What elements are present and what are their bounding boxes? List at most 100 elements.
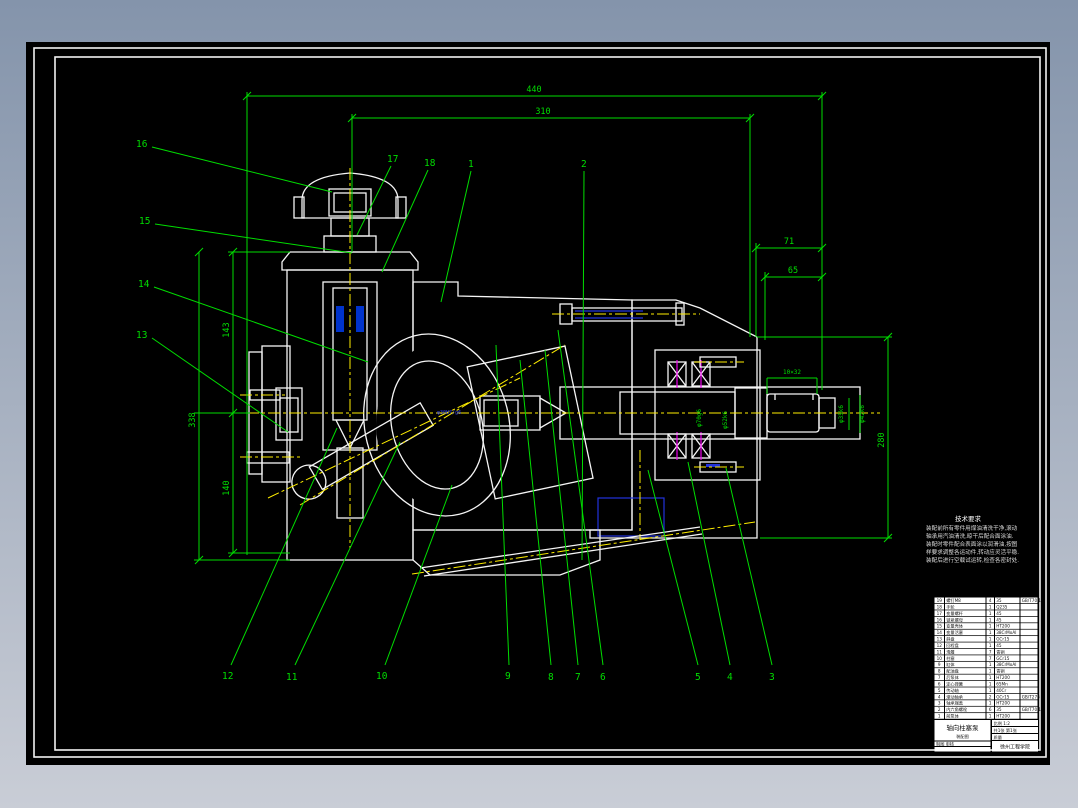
bom-cell-text: 内六角螺栓	[946, 706, 968, 713]
bom-cell-text: GB/T70.1	[1022, 707, 1042, 712]
callout-10: 10	[376, 671, 388, 682]
bom-cell-text: 3	[938, 701, 941, 706]
dim-phi52: φ52k6	[722, 411, 729, 429]
bom-cell-text: 1	[989, 669, 992, 674]
callout-9: 9	[505, 671, 511, 682]
valve-spool-blue-seal	[336, 306, 344, 332]
dim-280: 280	[877, 432, 887, 447]
bom-cell-text: 11	[937, 649, 943, 654]
bom-cell-text: 15	[937, 624, 943, 629]
bom-cell	[1020, 674, 1038, 681]
bom-cell-text: 传动轴	[946, 687, 959, 694]
bom-cell-text: 1	[989, 681, 992, 686]
bom-cell-text: GB/T70.1	[1022, 598, 1042, 603]
bom-cell-text: 1	[989, 604, 992, 609]
bom-cell-text: 青铜	[996, 648, 1004, 655]
bom-cell	[1020, 713, 1038, 719]
bom-cell-text: 青铜	[996, 668, 1004, 675]
bom-cell-text: 回程盘	[946, 642, 959, 649]
bom-cell-text: 定心弹簧	[946, 680, 963, 687]
bom-cell-text: 滚动轴承	[946, 693, 964, 700]
bom-cell-text: 7	[989, 656, 992, 661]
bom-cell-text: 1	[989, 714, 992, 719]
dim-keyway: 10×32	[783, 369, 801, 376]
bom-cell-text: 4	[989, 598, 992, 603]
bom-cell-text: 1	[989, 637, 992, 642]
bom-cell	[1020, 629, 1038, 636]
callout-6: 6	[600, 672, 606, 683]
bom-cell	[1020, 661, 1038, 668]
bom-cell-text: 滑履	[946, 648, 954, 655]
bom-cell-text: 6	[938, 681, 941, 686]
bom-cell-text: GCr15	[996, 637, 1010, 642]
bom-cell-text: 45	[996, 643, 1002, 648]
bom-cell-text: HT200	[996, 675, 1010, 680]
drawn-checked-row: 制图 审核	[936, 741, 955, 748]
bom-cell-text: 18	[937, 604, 943, 609]
bom-cell-text: 2	[938, 707, 941, 712]
bom-cell-text: 10	[937, 656, 943, 661]
bom-cell	[1020, 680, 1038, 687]
bom-cell-text: 1	[989, 611, 992, 616]
callout-14: 14	[138, 279, 150, 290]
bom-cell-text: 变量螺杆	[946, 610, 964, 617]
bom-cell-text: 1	[989, 624, 992, 629]
bom-cell-text: 38CrMoAl	[996, 662, 1016, 667]
bom-cell-text: 螺钉M8	[946, 597, 961, 604]
bom-cell-text: 变量活塞	[946, 629, 964, 636]
callout-12: 12	[222, 671, 233, 682]
bom-cell-text: 2	[989, 694, 992, 699]
bom-cell-text: 后泵体	[946, 674, 959, 681]
bom-cell-text: 9	[938, 662, 941, 667]
bom-cell	[1020, 616, 1038, 623]
scale-row: 比例 1:2	[994, 720, 1011, 727]
bom-cell-text: 锁紧螺母	[946, 616, 963, 623]
bom-cell	[1020, 648, 1038, 655]
bom-cell-text: 7	[938, 675, 941, 680]
bom-cell-text: 斜盘	[946, 636, 954, 643]
callout-4: 4	[727, 672, 733, 683]
bom-cell-text: 4	[938, 694, 941, 699]
bom-cell-text: 变量壳体	[946, 623, 964, 630]
callout-11: 11	[286, 672, 298, 683]
bom-cell-text: 16	[937, 617, 943, 622]
bom-cell	[1020, 668, 1038, 674]
bom-cell	[1020, 603, 1038, 610]
bom-cell-text: 35	[996, 598, 1002, 603]
bom-cell-text: 7	[989, 649, 992, 654]
callout-8: 8	[548, 672, 554, 683]
bom-cell-text: 40Cr	[996, 688, 1006, 693]
bom-cell-text: 柱塞	[946, 655, 955, 662]
dim-65: 65	[788, 266, 798, 276]
sheet-row: 共1张 第1张	[994, 727, 1018, 734]
dim-phi30-blue: φ30H7/g6	[437, 410, 461, 416]
bom-cell-text: GCr15	[996, 656, 1010, 661]
dim-338: 338	[188, 412, 198, 427]
callout-13: 13	[136, 330, 147, 341]
bom-cell-text: 45	[996, 611, 1002, 616]
callout-2: 2	[581, 159, 587, 170]
drawing-subtitle: 装配图	[956, 733, 969, 740]
notes-line-4: 样要求调整各运动件,转动应灵活平稳.	[926, 548, 1019, 556]
bom-cell-text: 配油盘	[946, 668, 959, 675]
callout-7: 7	[575, 672, 581, 683]
dim-440: 440	[526, 85, 541, 95]
callout-18: 18	[424, 158, 436, 169]
notes-title: 技术要求	[955, 514, 982, 523]
bom-cell-text: HT200	[996, 701, 1010, 706]
notes-line-5: 装配后进行空载试运转,检查各密封处.	[926, 556, 1019, 564]
bom-cell-text: HT200	[996, 624, 1010, 629]
bom-rows: 19 螺钉M8 4 35 GB/T70.118 手轮 1 Q23517 变量螺杆 1 4516 锁紧螺…	[934, 597, 1042, 720]
bom-cell-text: 6	[989, 707, 992, 712]
bom-cell-text: 13	[937, 637, 943, 642]
bom-cell-text: 45	[996, 617, 1002, 622]
bom-cell-text: 1	[938, 714, 941, 719]
bom-cell-text: 35	[996, 707, 1002, 712]
cad-drawing-canvas: 440 3 10 7 1 65 10×32 280 143 140 338 φ70g…	[0, 0, 1078, 808]
bom-cell	[1020, 636, 1038, 642]
callout-3: 3	[769, 672, 775, 683]
bom-cell-text: 8	[938, 669, 941, 674]
dim-140: 140	[222, 480, 232, 495]
bom-cell-text: 65Mn	[996, 681, 1008, 686]
callout-17: 17	[387, 154, 398, 165]
